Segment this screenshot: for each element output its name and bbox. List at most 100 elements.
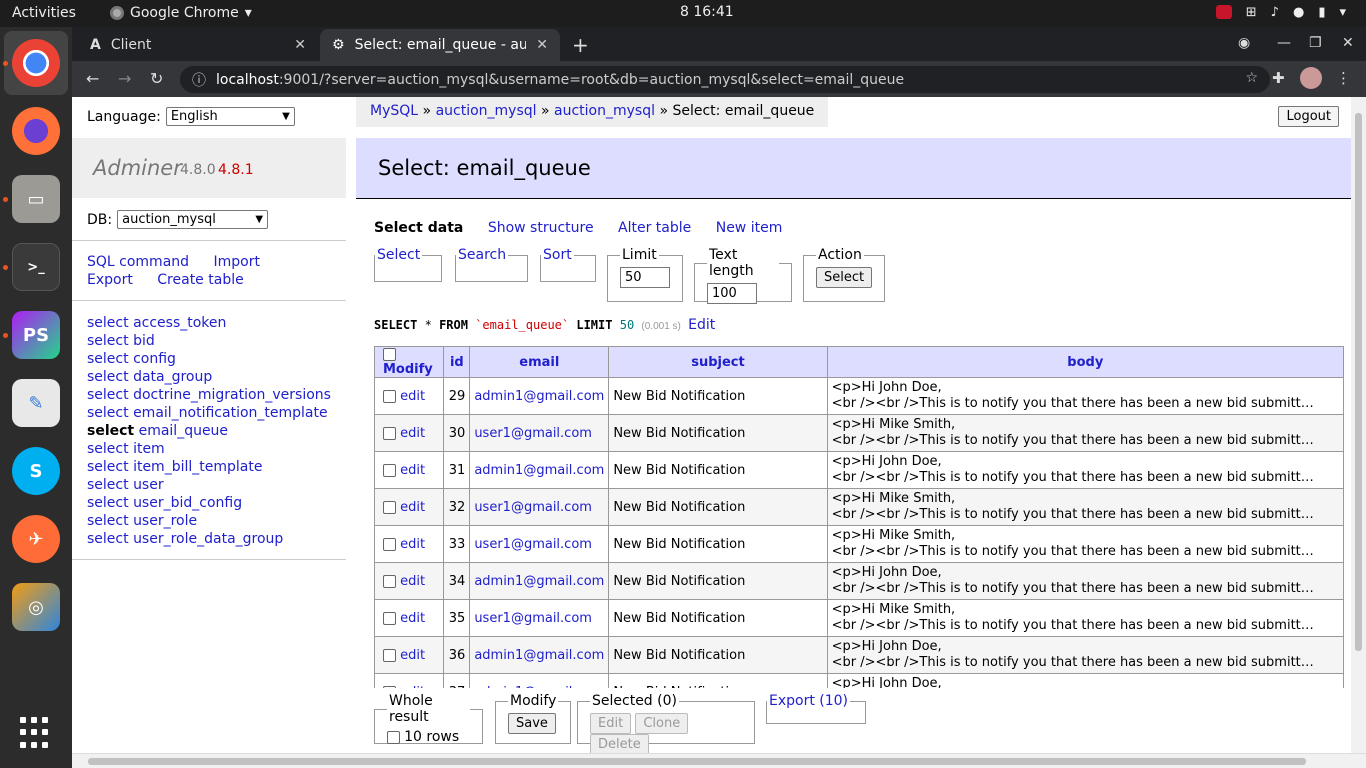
table-link[interactable]: access_token <box>133 315 226 331</box>
breadcrumb-server[interactable]: auction_mysql <box>436 103 537 119</box>
select-link[interactable]: select <box>87 495 129 511</box>
import-link[interactable]: Import <box>214 254 260 270</box>
breadcrumb-db[interactable]: auction_mysql <box>554 103 655 119</box>
scrollbar-thumb[interactable] <box>88 758 1306 765</box>
sort-id-link[interactable]: id <box>450 355 464 370</box>
table-link[interactable]: email_notification_template <box>133 405 328 421</box>
new-tab-button[interactable]: + <box>572 33 589 57</box>
reload-icon[interactable]: ↻ <box>150 69 163 88</box>
postman-dock-icon[interactable]: ✈ <box>12 515 60 563</box>
sort-body-link[interactable]: body <box>1067 355 1103 370</box>
edit-row-link[interactable]: edit <box>400 389 425 404</box>
back-icon[interactable]: ← <box>86 69 99 88</box>
export-link[interactable]: Export <box>87 272 133 288</box>
row-checkbox[interactable] <box>383 648 396 662</box>
row-checkbox[interactable] <box>383 685 396 688</box>
breadcrumb-mysql[interactable]: MySQL <box>370 103 418 119</box>
row-checkbox[interactable] <box>383 611 396 625</box>
select-link[interactable]: select <box>87 387 129 403</box>
edit-row-link[interactable]: edit <box>400 500 425 515</box>
email-link[interactable]: user1@gmail.com <box>474 426 592 441</box>
close-window-button[interactable]: ✕ <box>1342 35 1354 51</box>
select-link[interactable]: select <box>87 351 129 367</box>
select-link[interactable]: select <box>87 531 129 547</box>
email-link[interactable]: user1@gmail.com <box>474 611 592 626</box>
table-link[interactable]: email_queue <box>139 423 228 439</box>
edit-row-link[interactable]: edit <box>400 685 425 689</box>
table-link[interactable]: item_bill_template <box>133 459 262 475</box>
extensions-icon[interactable]: ✚ <box>1272 69 1285 87</box>
select-link[interactable]: select <box>87 423 134 439</box>
vertical-scrollbar[interactable] <box>1351 97 1366 753</box>
db-select[interactable]: auction_mysql ▼ <box>117 210 269 229</box>
files-dock-icon[interactable]: ▭ <box>12 175 60 223</box>
show-structure-link[interactable]: Show structure <box>488 220 594 236</box>
alter-table-link[interactable]: Alter table <box>618 220 691 236</box>
info-icon[interactable]: ⓘ <box>192 70 206 90</box>
language-select[interactable]: English ▼ <box>165 107 295 126</box>
minimize-button[interactable]: — <box>1277 35 1291 51</box>
table-link[interactable]: item <box>133 441 165 457</box>
edit-selected-button[interactable]: Edit <box>590 713 632 734</box>
table-link[interactable]: data_group <box>133 369 212 385</box>
select-link[interactable]: select <box>87 333 129 349</box>
meld-dock-icon[interactable]: ◎ <box>12 583 60 631</box>
close-icon[interactable]: ✕ <box>536 37 548 53</box>
system-tray[interactable]: ⊞ ♪ ● ▮ ▾ <box>1215 5 1346 20</box>
email-link[interactable]: user1@gmail.com <box>474 537 592 552</box>
export-link[interactable]: Export (10) <box>769 693 848 709</box>
new-version-link[interactable]: 4.8.1 <box>218 162 254 178</box>
whole-result-checkbox[interactable] <box>387 731 400 744</box>
row-checkbox[interactable] <box>383 500 396 514</box>
profile-avatar[interactable] <box>1300 67 1322 89</box>
table-link[interactable]: user_bid_config <box>133 495 242 511</box>
row-checkbox[interactable] <box>383 389 396 403</box>
edit-row-link[interactable]: edit <box>400 611 425 626</box>
app-menu[interactable]: Google Chrome ▾ <box>110 5 252 21</box>
select-button[interactable]: Select <box>816 267 873 288</box>
adminer-name-link[interactable]: Adminer <box>93 156 182 180</box>
select-link[interactable]: select <box>87 315 129 331</box>
tab-email-queue[interactable]: ⚙ Select: email_queue - auct ✕ <box>320 29 560 61</box>
logout-button[interactable]: Logout <box>1278 106 1339 127</box>
sort-legend-link[interactable]: Sort <box>543 247 572 263</box>
select-legend-link[interactable]: Select <box>377 247 420 263</box>
edit-row-link[interactable]: edit <box>400 537 425 552</box>
chrome-dock-icon[interactable] <box>12 39 60 87</box>
show-apps-icon[interactable] <box>20 717 52 749</box>
table-link[interactable]: config <box>133 351 176 367</box>
select-link[interactable]: select <box>87 477 129 493</box>
select-link[interactable]: select <box>87 405 129 421</box>
row-checkbox[interactable] <box>383 463 396 477</box>
create-table-link[interactable]: Create table <box>157 272 243 288</box>
edit-row-link[interactable]: edit <box>400 648 425 663</box>
new-item-link[interactable]: New item <box>716 220 783 236</box>
tab-search-icon[interactable]: ◉ <box>1238 35 1250 51</box>
scrollbar-thumb[interactable] <box>1355 113 1362 651</box>
text-length-input[interactable]: 100 <box>707 283 757 304</box>
email-link[interactable]: user1@gmail.com <box>474 500 592 515</box>
delete-button[interactable]: Delete <box>590 734 649 755</box>
clone-button[interactable]: Clone <box>635 713 689 734</box>
table-link[interactable]: doctrine_migration_versions <box>133 387 331 403</box>
phpstorm-dock-icon[interactable]: PS <box>12 311 60 359</box>
address-bar[interactable]: ⓘ localhost:9001/?server=auction_mysql&u… <box>180 66 1270 93</box>
row-checkbox[interactable] <box>383 574 396 588</box>
horizontal-scrollbar[interactable] <box>72 753 1366 768</box>
select-link[interactable]: select <box>87 441 129 457</box>
table-link[interactable]: user <box>133 477 164 493</box>
more-menu-icon[interactable]: ⋮ <box>1336 69 1351 87</box>
email-link[interactable]: admin1@gmail.com <box>474 574 604 589</box>
table-link[interactable]: user_role <box>133 513 197 529</box>
email-link[interactable]: admin1@gmail.com <box>474 685 604 689</box>
search-legend-link[interactable]: Search <box>458 247 506 263</box>
sort-subject-link[interactable]: subject <box>691 355 745 370</box>
edit-query-link[interactable]: Edit <box>688 317 715 333</box>
limit-input[interactable]: 50 <box>620 267 670 288</box>
maximize-button[interactable]: ❐ <box>1309 35 1322 51</box>
terminal-dock-icon[interactable]: >_ <box>12 243 60 291</box>
select-link[interactable]: select <box>87 369 129 385</box>
firefox-dock-icon[interactable] <box>12 107 60 155</box>
close-icon[interactable]: ✕ <box>294 37 306 53</box>
bookmark-star-icon[interactable]: ☆ <box>1245 70 1258 86</box>
